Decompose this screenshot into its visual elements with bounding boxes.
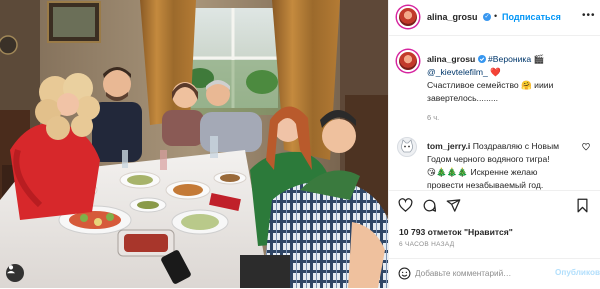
verified-badge-icon [477,55,486,63]
caption-username[interactable]: alina_grosu [427,54,475,64]
user-tag-button[interactable] [6,264,24,282]
mention-link[interactable]: @_kievtelefilm_ [427,67,488,77]
bookmark-icon[interactable] [576,198,589,213]
heart-emoji: ❤️ [490,67,501,77]
hug-emoji: 🤗 [521,80,532,90]
avatar[interactable] [397,6,419,28]
family-dinner-photo [0,0,388,288]
username[interactable]: alina_grosu [427,12,478,22]
emoji-icon[interactable] [398,267,411,280]
hashtag-link[interactable]: #Вероника [488,54,531,64]
caption-line-3: Счастливое семейство 🤗 ииии [427,80,554,90]
caption-line-2: @_kievtelefilm_ ❤️ [427,66,501,78]
post-header: alina_grosu ✓ • Подписаться ••• [389,0,600,36]
header-separator: • [494,11,498,21]
clapper-emoji: 🎬 [533,54,545,64]
post-time-ago: 6 ЧАСОВ НАЗАД [399,241,455,248]
caption-line-1: alina_grosu #Вероника 🎬 [427,53,544,65]
publish-button[interactable]: Опубликовать [555,268,600,277]
verified-badge-icon: ✓ [483,13,491,21]
comment-avatar[interactable] [397,137,417,157]
cat-avatar-icon [400,139,414,153]
add-comment-bar: Опубликовать [389,258,600,288]
follow-button[interactable]: Подписаться [502,12,561,22]
post-photo[interactable] [0,0,388,288]
heart-icon[interactable] [398,198,413,213]
comment-line-2: Годом черного водяного тигра! [427,154,550,164]
comment-like-heart-icon[interactable] [582,143,590,151]
likes-count[interactable]: 10 793 отметок "Нравится" [399,227,513,237]
comment-line-1: tom_jerry.i Поздравляю с Новым [427,141,560,151]
comment-icon[interactable] [422,198,437,213]
comment-username[interactable]: tom_jerry.i [427,141,470,151]
comment-emojis: 😘🎄🎄🎄 [427,167,469,177]
post-sidebar: alina_grosu ✓ • Подписаться ••• alina_gr… [388,0,600,288]
comment-input[interactable] [415,266,550,280]
caption-line-4: завертелось......... [427,93,499,103]
comment-line-3: 😘🎄🎄🎄 Искренне желаю [427,167,538,177]
more-horizontal-icon[interactable]: ••• [582,10,596,21]
user-tag-icon [7,265,15,274]
caption-time: 6 ч. [427,113,440,122]
share-icon[interactable] [446,198,461,213]
instagram-post: alina_grosu ✓ • Подписаться ••• alina_gr… [0,0,600,288]
caption-avatar[interactable] [397,50,419,72]
